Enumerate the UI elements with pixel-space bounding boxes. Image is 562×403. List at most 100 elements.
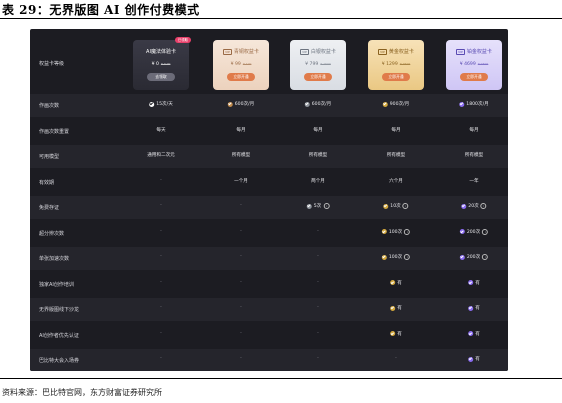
card-name-text: 青铜权益卡 xyxy=(233,49,259,55)
cell-value: - xyxy=(160,177,162,183)
table-cell: - xyxy=(160,331,162,336)
check-icon xyxy=(459,101,465,107)
info-icon[interactable]: i xyxy=(482,228,489,235)
card-action-button[interactable]: 立即开通 xyxy=(460,73,488,81)
table-cell: 所有模型 xyxy=(309,152,327,158)
cell-value: 两个月 xyxy=(311,178,325,184)
card-original-price: ¥ 1599 xyxy=(320,62,331,66)
card-action-button[interactable]: 立即开通 xyxy=(227,73,255,81)
card-name-text: 黄金权益卡 xyxy=(388,49,414,55)
card-name: VIP 白银权益卡 xyxy=(290,48,346,55)
vip-tag: VIP xyxy=(300,48,309,55)
check-icon xyxy=(468,280,474,285)
check-icon xyxy=(149,101,155,107)
card-action-button[interactable]: 立即开通 xyxy=(382,73,410,81)
cell-value: 20次 xyxy=(468,204,479,209)
cell-value: 通用和二次元 xyxy=(147,153,175,158)
table-cell: 每月 xyxy=(391,127,400,133)
card-name-text: 白银权益卡 xyxy=(310,49,336,55)
membership-card[interactable]: VIP 白银权益卡 ¥ 799 ¥ 1599 立即开通 xyxy=(290,40,346,90)
membership-card[interactable]: VIP 青铜权益卡 ¥ 99 ¥ 199 立即开通 xyxy=(213,40,269,90)
info-icon[interactable]: i xyxy=(404,228,411,235)
row-label: 超分辨次数 xyxy=(39,230,65,237)
info-icon[interactable]: i xyxy=(323,203,330,209)
cell-value: 所有模型 xyxy=(231,153,251,158)
card-price: ¥ 99 ¥ 199 xyxy=(213,62,269,67)
card-price-value: ¥ 0 xyxy=(151,62,159,67)
cell-value: 有 xyxy=(397,280,402,286)
info-icon[interactable]: i xyxy=(404,254,411,260)
cell-value: - xyxy=(160,254,162,259)
row-label: AI创作者优先认证 xyxy=(39,332,79,339)
table-cell: 20次 i xyxy=(461,203,487,209)
document-title: 表 29：无界版图 AI 创作付费模式 xyxy=(2,3,200,17)
table-cell: 每月 xyxy=(313,127,322,133)
table-cell: 900次/月 xyxy=(382,101,409,107)
check-icon xyxy=(461,203,467,209)
cell-value: - xyxy=(317,305,319,310)
table-cell: 600次/月 xyxy=(227,101,255,107)
membership-card[interactable]: VIP 铂金权益卡 ¥ 4699 ¥ 9399 立即开通 xyxy=(446,40,502,90)
check-icon xyxy=(381,254,387,260)
cell-value: 5次 xyxy=(313,204,322,209)
table-cell: 15次/天 xyxy=(149,101,173,107)
check-icon xyxy=(459,229,465,234)
row-label: 作画次数重置 xyxy=(39,128,70,135)
table-row-band xyxy=(30,247,508,270)
card-price-value: ¥ 99 xyxy=(230,62,241,67)
row-label: 作画次数 xyxy=(39,103,60,109)
check-icon xyxy=(382,101,388,107)
check-icon xyxy=(468,331,474,336)
info-icon[interactable]: i xyxy=(480,203,487,209)
cell-value: 有 xyxy=(475,280,480,286)
table-row-band xyxy=(30,298,508,321)
table-cell: 5次 i xyxy=(306,203,330,209)
table-cell: - xyxy=(240,331,242,336)
cell-value: - xyxy=(240,254,242,259)
row-label: 无界版图线下沙龙 xyxy=(39,307,80,313)
vip-tag: VIP xyxy=(223,48,232,55)
card-action-button[interactable]: 立即开通 xyxy=(304,73,332,81)
check-icon xyxy=(390,305,396,311)
check-icon xyxy=(381,229,387,234)
info-icon[interactable]: i xyxy=(402,203,409,209)
card-original-price: ¥ 9399 xyxy=(477,62,489,66)
table-cell: - xyxy=(317,305,319,310)
bottom-rule xyxy=(0,378,562,379)
card-price: ¥ 799 ¥ 1599 xyxy=(290,62,346,67)
table-cell: - xyxy=(160,229,162,234)
card-name: VIP 青铜权益卡 xyxy=(213,48,269,55)
cell-value: - xyxy=(160,228,162,234)
membership-card[interactable]: AI魔法体验卡 ¥ 0 ¥ 9.99 去领取 已领取 xyxy=(133,37,191,90)
cell-value: 所有模型 xyxy=(464,153,484,158)
cell-value: 每天 xyxy=(156,127,166,133)
table-cell: - xyxy=(240,229,242,234)
table-cell: 两个月 xyxy=(311,178,325,184)
table-cell: - xyxy=(317,229,319,234)
table-cell: 有 xyxy=(468,331,480,337)
cell-value: 所有模型 xyxy=(386,153,406,158)
cell-value: 1800次/月 xyxy=(466,102,489,107)
row-label: 独家AI创作培训 xyxy=(39,281,74,288)
cell-value: 每月 xyxy=(313,127,323,133)
card-original-price: ¥ 9.99 xyxy=(160,62,171,66)
cell-value: 有 xyxy=(397,331,402,337)
table-cell: 100次 i xyxy=(381,254,411,260)
row-label: 单张加速次数 xyxy=(39,256,70,262)
cell-value: 600次/月 xyxy=(234,102,255,107)
table-cell: - xyxy=(317,254,319,259)
card-name: VIP 黄金权益卡 xyxy=(368,48,424,55)
cell-value: 15次/天 xyxy=(156,102,173,107)
membership-card[interactable]: VIP 黄金权益卡 ¥ 1299 ¥ 2599 立即开通 xyxy=(368,40,424,90)
card-action-button[interactable]: 去领取 xyxy=(147,73,175,81)
info-icon[interactable]: i xyxy=(482,254,489,260)
row-label: 免费存证 xyxy=(39,205,60,211)
cell-value: - xyxy=(395,356,397,361)
cell-value: - xyxy=(317,254,319,259)
table-cell: 每月 xyxy=(236,127,245,133)
table-cell: - xyxy=(160,305,162,310)
cell-value: 100次 xyxy=(388,229,403,235)
top-rule xyxy=(0,18,562,19)
table-cell: 六个月 xyxy=(389,178,403,184)
check-icon xyxy=(304,101,310,107)
